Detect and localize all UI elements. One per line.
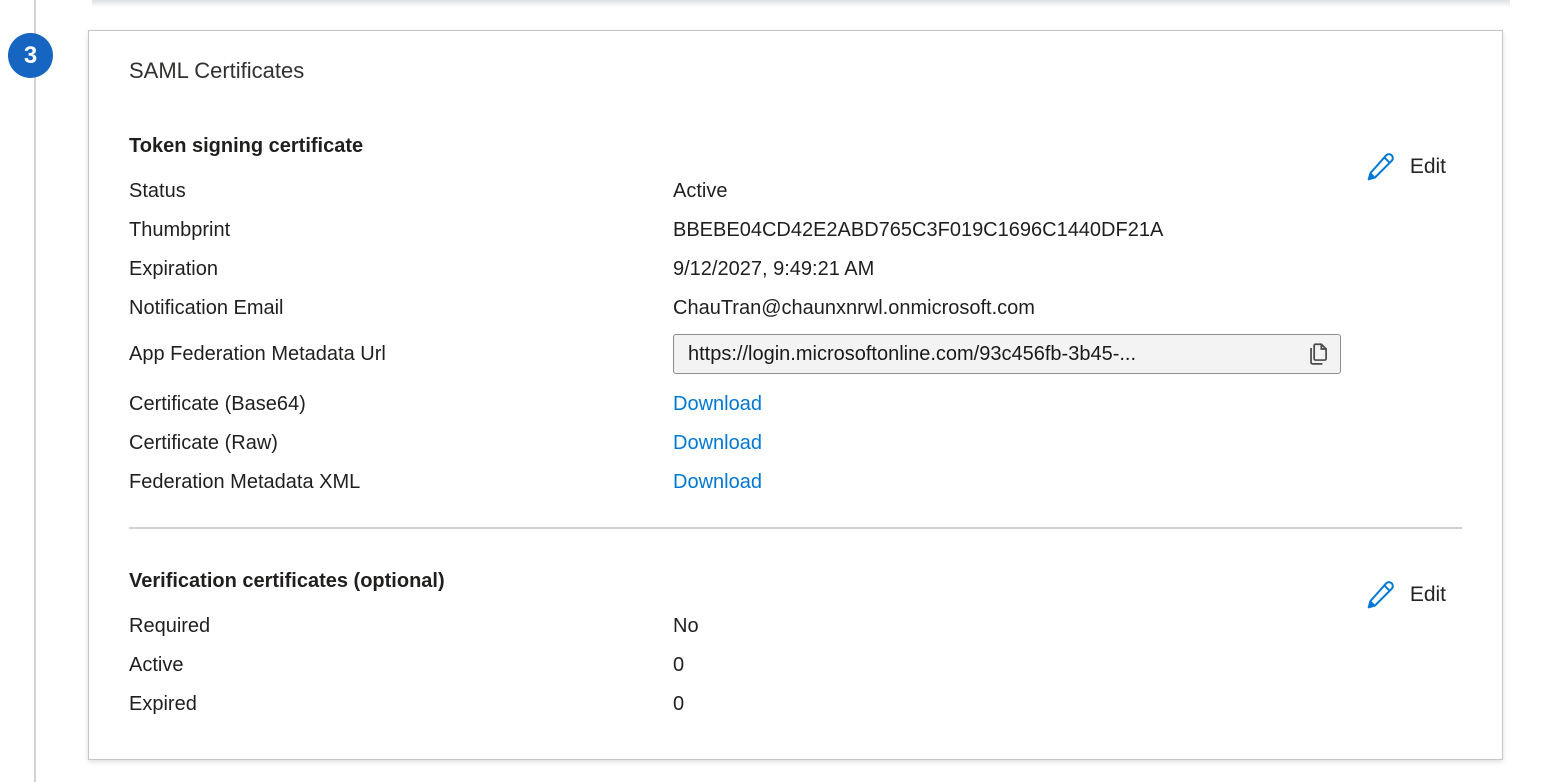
- federation-metadata-xml-row: Federation Metadata XML Download: [129, 469, 1462, 495]
- row-label: Active: [129, 652, 673, 678]
- verification-certificates-heading: Verification certificates (optional): [129, 568, 1462, 594]
- notification-email-row: Notification Email ChauTran@chaunxnrwl.o…: [129, 295, 1462, 321]
- row-label: Expiration: [129, 256, 673, 282]
- active-row: Active 0: [129, 652, 1462, 678]
- edit-verification-certificates-button[interactable]: Edit: [1364, 579, 1446, 611]
- card-title: SAML Certificates: [129, 58, 1462, 84]
- copy-icon[interactable]: [1304, 341, 1330, 367]
- step-connector-line: [34, 0, 36, 782]
- step-3-badge: 3: [8, 33, 53, 78]
- certificate-base64-row: Certificate (Base64) Download: [129, 391, 1462, 417]
- download-certificate-raw-link[interactable]: Download: [673, 430, 762, 456]
- download-federation-metadata-xml-link[interactable]: Download: [673, 469, 762, 495]
- edit-label: Edit: [1410, 583, 1446, 607]
- status-value: Active: [673, 178, 727, 204]
- download-certificate-base64-link[interactable]: Download: [673, 391, 762, 417]
- edit-label: Edit: [1410, 155, 1446, 179]
- notification-email-value: ChauTran@chaunxnrwl.onmicrosoft.com: [673, 295, 1035, 321]
- app-federation-metadata-url-field[interactable]: https://login.microsoftonline.com/93c456…: [673, 334, 1341, 374]
- row-label: Certificate (Base64): [129, 391, 673, 417]
- app-federation-metadata-url-row: App Federation Metadata Url https://logi…: [129, 334, 1462, 374]
- status-row: Status Active: [129, 178, 1462, 204]
- section-divider: [129, 527, 1462, 529]
- row-label: Thumbprint: [129, 217, 673, 243]
- edit-token-signing-certificate-button[interactable]: Edit: [1364, 151, 1446, 183]
- step-number: 3: [24, 42, 37, 70]
- previous-card-bottom-shadow: [92, 0, 1510, 7]
- pencil-icon: [1364, 151, 1396, 183]
- expired-row: Expired 0: [129, 691, 1462, 717]
- token-signing-certificate-heading: Token signing certificate: [129, 133, 1462, 159]
- thumbprint-value: BBEBE04CD42E2ABD765C3F019C1696C1440DF21A: [673, 217, 1163, 243]
- expired-value: 0: [673, 691, 684, 717]
- row-label: Expired: [129, 691, 673, 717]
- metadata-url-text: https://login.microsoftonline.com/93c456…: [688, 341, 1136, 367]
- active-value: 0: [673, 652, 684, 678]
- required-value: No: [673, 613, 699, 639]
- row-label: Certificate (Raw): [129, 430, 673, 456]
- required-row: Required No: [129, 613, 1462, 639]
- row-label: Notification Email: [129, 295, 673, 321]
- pencil-icon: [1364, 579, 1396, 611]
- row-label: Federation Metadata XML: [129, 469, 673, 495]
- row-label: Required: [129, 613, 673, 639]
- certificate-raw-row: Certificate (Raw) Download: [129, 430, 1462, 456]
- row-label: App Federation Metadata Url: [129, 341, 673, 367]
- row-label: Status: [129, 178, 673, 204]
- expiration-row: Expiration 9/12/2027, 9:49:21 AM: [129, 256, 1462, 282]
- expiration-value: 9/12/2027, 9:49:21 AM: [673, 256, 874, 282]
- saml-certificates-card: SAML Certificates Edit Edit Token signin…: [88, 30, 1503, 760]
- thumbprint-row: Thumbprint BBEBE04CD42E2ABD765C3F019C169…: [129, 217, 1462, 243]
